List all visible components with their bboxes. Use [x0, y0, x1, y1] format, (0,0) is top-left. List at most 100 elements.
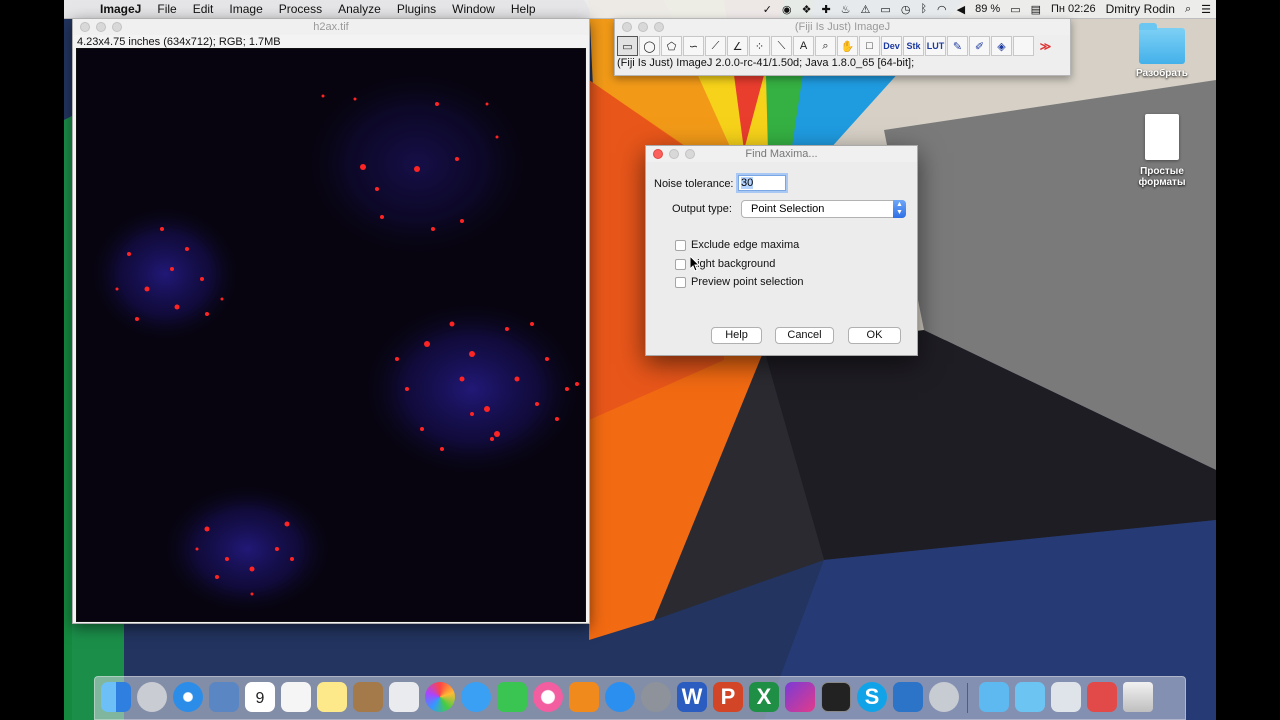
skype-icon[interactable]: S — [857, 682, 887, 712]
messages-icon[interactable] — [461, 682, 491, 712]
desktop-file[interactable]: Простые форматы — [1122, 114, 1202, 188]
preview-icon[interactable] — [209, 682, 239, 712]
calendar-icon[interactable]: 9 — [245, 682, 275, 712]
menu-image[interactable]: Image — [221, 2, 270, 16]
battery-percent[interactable]: 89 % — [970, 3, 1005, 15]
vectorize-app-icon[interactable] — [785, 682, 815, 712]
word-icon[interactable]: W — [677, 682, 707, 712]
preview-point-label: Preview point selection — [691, 276, 804, 288]
menu-process[interactable]: Process — [271, 2, 330, 16]
plus-app-icon[interactable]: ✚ — [816, 3, 835, 16]
clock-icon[interactable]: ◷ — [896, 3, 916, 16]
downloads-folder-icon[interactable] — [979, 682, 1009, 712]
photos-icon[interactable] — [425, 682, 455, 712]
system-preferences-icon[interactable] — [641, 682, 671, 712]
close-button[interactable] — [622, 22, 632, 32]
app-store-icon[interactable] — [605, 682, 635, 712]
magnifier-tool-icon[interactable]: ⌕ — [815, 36, 836, 56]
hand-tool-icon[interactable]: ✋ — [837, 36, 858, 56]
desktop-file-label-line1: Простые — [1140, 166, 1184, 177]
screenshots-stack-icon[interactable] — [1051, 682, 1081, 712]
dialog-titlebar[interactable]: Find Maxima... — [646, 146, 917, 162]
zoom-button[interactable] — [654, 22, 664, 32]
check-status-icon[interactable]: ✓ — [758, 3, 777, 16]
dock-divider — [967, 683, 968, 713]
flood-fill-tool-icon[interactable]: ◈ — [991, 36, 1012, 56]
warning-icon[interactable]: ⚠ — [856, 3, 876, 16]
pencil-tool-icon[interactable]: ✎ — [947, 36, 968, 56]
ok-button[interactable]: OK — [848, 327, 901, 344]
facetime-icon[interactable] — [497, 682, 527, 712]
launchpad-icon[interactable] — [137, 682, 167, 712]
notes-icon[interactable] — [317, 682, 347, 712]
clock-text[interactable]: Пн 02:26 — [1046, 3, 1101, 15]
trash-icon[interactable] — [1123, 682, 1153, 712]
app-menu[interactable]: ImageJ — [92, 2, 149, 16]
brush-tool-icon[interactable]: ✐ — [969, 36, 990, 56]
light-background-checkbox[interactable] — [675, 259, 686, 270]
menu-file[interactable]: File — [149, 2, 184, 16]
noise-tolerance-input[interactable]: 30 — [738, 175, 786, 191]
bluetooth-icon[interactable]: ᛒ — [915, 3, 932, 15]
display-icon[interactable]: ▭ — [875, 3, 895, 16]
help-button[interactable]: Help — [711, 327, 762, 344]
battery-icon[interactable]: ▭ — [1005, 3, 1025, 16]
minimize-button[interactable] — [96, 22, 106, 32]
reminders-icon[interactable] — [281, 682, 311, 712]
finder-icon[interactable] — [101, 682, 131, 712]
imagej-titlebar[interactable]: (Fiji Is Just) ImageJ — [615, 19, 1070, 35]
minimize-button[interactable] — [638, 22, 648, 32]
flag-icon[interactable]: ▤ — [1026, 3, 1046, 16]
text-tool-icon[interactable]: A — [793, 36, 814, 56]
preview-point-checkbox[interactable] — [675, 277, 686, 288]
fiji-icon[interactable] — [893, 682, 923, 712]
polygon-tool-icon[interactable]: ⬠ — [661, 36, 682, 56]
more-tools-icon[interactable]: ≫ — [1035, 36, 1056, 56]
desktop-folder[interactable]: Разобрать — [1122, 23, 1202, 79]
exclude-edge-checkbox[interactable] — [675, 240, 686, 251]
image-canvas[interactable] — [76, 48, 586, 622]
wand-tool-icon[interactable]: ⟍ — [771, 36, 792, 56]
recent-items-stack-icon[interactable] — [1087, 682, 1117, 712]
contacts-icon[interactable] — [353, 682, 383, 712]
wifi-icon[interactable]: ◠ — [932, 3, 952, 16]
point-tool-icon[interactable]: ⁘ — [749, 36, 770, 56]
menu-window[interactable]: Window — [444, 2, 503, 16]
angle-tool-icon[interactable]: ∠ — [727, 36, 748, 56]
itunes-icon[interactable] — [533, 682, 563, 712]
menu-analyze[interactable]: Analyze — [330, 2, 389, 16]
color-picker-tool-icon[interactable]: □ — [859, 36, 880, 56]
notification-center-icon[interactable]: ☰ — [1196, 3, 1216, 16]
output-type-label: Output type: — [672, 203, 732, 215]
powerpoint-icon[interactable]: P — [713, 682, 743, 712]
ibooks-icon[interactable] — [569, 682, 599, 712]
quicktime-icon[interactable] — [929, 682, 959, 712]
close-button[interactable] — [80, 22, 90, 32]
zoom-button[interactable] — [112, 22, 122, 32]
photo-browser-icon[interactable] — [389, 682, 419, 712]
image-window-titlebar[interactable]: h2ax.tif — [73, 19, 589, 35]
output-type-select[interactable]: Point Selection ▲ ▼ — [741, 200, 906, 218]
lut-tool-button[interactable]: LUT — [925, 36, 946, 56]
cancel-button[interactable]: Cancel — [775, 327, 834, 344]
flame-icon[interactable]: ♨ — [836, 3, 856, 16]
freehand-tool-icon[interactable]: ∽ — [683, 36, 704, 56]
user-name[interactable]: Dmitry Rodin — [1101, 2, 1180, 16]
oval-tool-icon[interactable]: ◯ — [639, 36, 660, 56]
rectangle-tool-icon[interactable]: ▭ — [617, 36, 638, 56]
excel-icon[interactable]: X — [749, 682, 779, 712]
documents-folder-icon[interactable] — [1015, 682, 1045, 712]
menu-edit[interactable]: Edit — [185, 2, 222, 16]
dev-tool-button[interactable]: Dev — [881, 36, 902, 56]
record-icon[interactable]: ◉ — [777, 3, 797, 16]
safari-icon[interactable] — [173, 682, 203, 712]
terminal-icon[interactable] — [821, 682, 851, 712]
close-button[interactable] — [653, 149, 663, 159]
line-tool-icon[interactable]: ⟋ — [705, 36, 726, 56]
stk-tool-button[interactable]: Stk — [903, 36, 924, 56]
menu-help[interactable]: Help — [503, 2, 544, 16]
volume-icon[interactable]: ◀ — [952, 3, 970, 16]
spotlight-search-icon[interactable]: ⌕ — [1180, 3, 1196, 16]
menu-plugins[interactable]: Plugins — [389, 2, 444, 16]
dropbox-icon[interactable]: ❖ — [797, 3, 817, 16]
